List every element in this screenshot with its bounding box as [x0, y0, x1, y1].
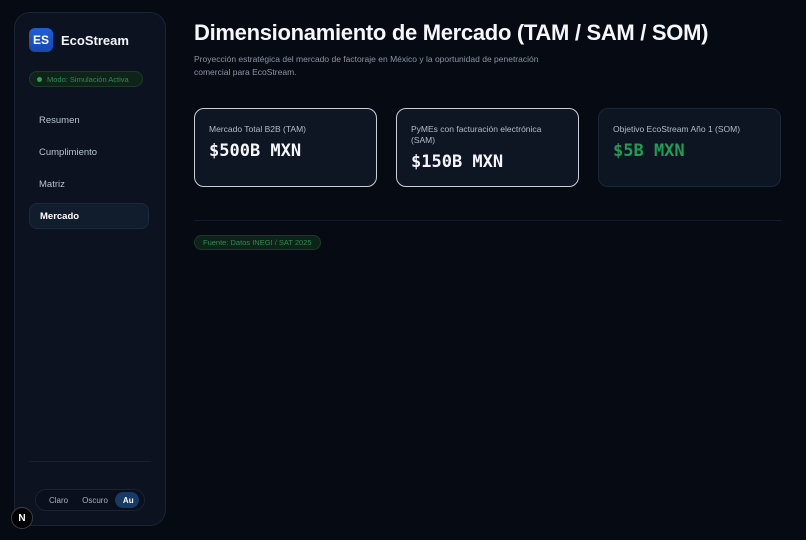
- status-label: Modo: Simulación Activa: [47, 74, 129, 84]
- som-label: Objetivo EcoStream Año 1 (SOM): [613, 124, 741, 134]
- source-badge: Fuente: Datos INEGI / SAT 2025: [194, 235, 321, 250]
- next-dev-badge[interactable]: N: [11, 507, 33, 529]
- app-window: ES EcoStream Modo: Simulación Activa Res…: [0, 0, 806, 540]
- sam-label: PyMEs con facturación electrónica (SAM): [411, 124, 542, 145]
- sidebar-nav: Resumen Cumplimiento Matriz Mercado: [29, 107, 149, 235]
- sidebar-item-matriz[interactable]: Matriz: [29, 171, 149, 197]
- sidebar-item-label: Mercado: [40, 210, 80, 222]
- tam-card: Mercado Total B2B (TAM) $500B MXN: [194, 108, 377, 187]
- brand-logo: ES: [29, 28, 53, 52]
- page-subtitle: Proyección estratégica del mercado de fa…: [194, 54, 539, 77]
- content-divider: [194, 220, 782, 221]
- simulation-status-badge: Modo: Simulación Activa: [29, 71, 143, 87]
- status-dot-icon: [37, 76, 42, 82]
- theme-option-auto[interactable]: Au: [114, 492, 139, 508]
- sidebar-item-cumplimiento[interactable]: Cumplimiento: [29, 139, 149, 165]
- page-title: Dimensionamiento de Mercado (TAM / SAM /…: [194, 20, 709, 45]
- sidebar-item-label: Matriz: [39, 178, 65, 190]
- sidebar-item-resumen[interactable]: Resumen: [29, 107, 149, 133]
- sidebar: ES EcoStream Modo: Simulación Activa Res…: [14, 12, 166, 526]
- tam-value: $500B MXN: [209, 141, 302, 161]
- tam-label: Mercado Total B2B (TAM): [209, 124, 306, 134]
- sidebar-item-label: Resumen: [39, 114, 80, 126]
- sidebar-item-label: Cumplimiento: [39, 146, 98, 158]
- sidebar-item-mercado[interactable]: Mercado: [29, 203, 149, 229]
- theme-option-claro[interactable]: Claro: [42, 496, 75, 505]
- sam-value: $150B MXN: [411, 152, 504, 172]
- theme-option-oscuro[interactable]: Oscuro: [75, 496, 115, 505]
- theme-toggle: Claro Oscuro Au: [35, 489, 145, 511]
- brand-name: EcoStream: [61, 32, 129, 48]
- sidebar-divider: [29, 461, 151, 462]
- brand[interactable]: ES EcoStream: [29, 28, 129, 52]
- som-card: Objetivo EcoStream Año 1 (SOM) $5B MXN: [598, 108, 781, 187]
- sam-card: PyMEs con facturación electrónica (SAM) …: [396, 108, 579, 187]
- som-value: $5B MXN: [613, 141, 685, 161]
